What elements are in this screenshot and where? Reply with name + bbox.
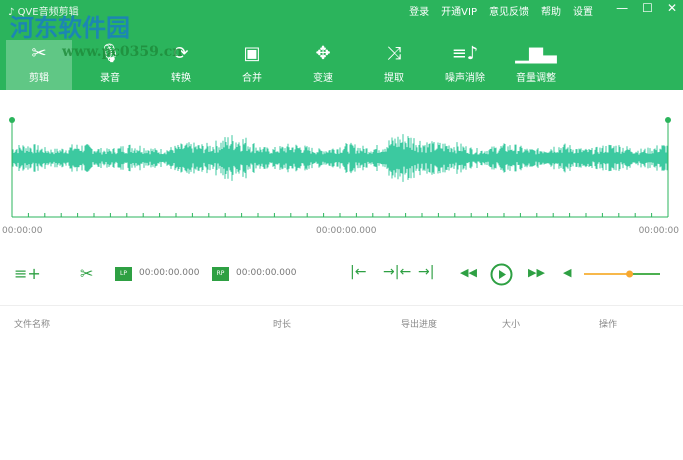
col-size: 大小	[502, 320, 521, 330]
speed-icon: ✥	[315, 43, 331, 64]
cut-icon[interactable]: ✂	[80, 264, 93, 283]
maximize-button[interactable]: ☐	[642, 1, 653, 15]
right-handle[interactable]	[665, 117, 671, 123]
col-progress: 导出进度	[401, 320, 438, 330]
tool-label: 转换	[171, 73, 191, 84]
menu-login[interactable]: 登录	[409, 3, 429, 18]
forward-icon[interactable]: ▶▶	[528, 266, 545, 279]
go-end-icon[interactable]: →|	[418, 264, 434, 280]
tool-label: 噪声消除	[445, 73, 485, 84]
col-filename: 文件名称	[14, 320, 51, 330]
left-point-time: 00:00:00.000	[139, 268, 200, 278]
tool-noise[interactable]: ≡♪ 噪声消除	[432, 40, 498, 90]
minimize-button[interactable]: —	[616, 1, 628, 15]
tool-label: 提取	[384, 73, 404, 84]
volume-slider[interactable]	[580, 266, 664, 282]
volume-icon[interactable]: ◀	[563, 266, 571, 279]
waveform-path	[11, 134, 668, 182]
tool-label: 录音	[100, 73, 120, 84]
menu-vip[interactable]: 开通VIP	[441, 3, 477, 18]
right-point-button[interactable]: RP	[212, 267, 229, 281]
waveform[interactable]	[0, 112, 683, 222]
volume-thumb	[626, 270, 634, 278]
menu-feedback[interactable]: 意见反馈	[489, 3, 529, 18]
add-file-icon[interactable]: ≡+	[14, 264, 41, 283]
tool-label: 音量调整	[516, 73, 556, 84]
tool-label: 剪辑	[29, 73, 49, 84]
time-mid: 00:00:00.000	[316, 226, 377, 236]
tool-shuffle[interactable]: ⤨ 提取	[361, 40, 427, 90]
left-handle[interactable]	[9, 117, 15, 123]
tool-label: 合并	[242, 73, 262, 84]
tool-label: 变速	[313, 73, 333, 84]
menu-help[interactable]: 帮助	[541, 3, 561, 18]
left-point-button[interactable]: LP	[115, 267, 132, 281]
tool-volume-bars[interactable]: ▁▆▃ 音量调整	[503, 40, 569, 90]
scissors-icon: ✂	[31, 43, 47, 64]
watermark-url: www.pc0359.cn	[62, 44, 183, 60]
header-bar: ♪ QVE音频剪辑 登录 开通VIP 意见反馈 帮助 设置 — ☐ ✕ ✂ 剪辑 🎙…	[0, 0, 683, 90]
watermark-logo: 河东软件园	[10, 13, 130, 42]
shuffle-icon: ⤨	[386, 43, 402, 64]
control-bar: ≡+ ✂ LP 00:00:00.000 RP 00:00:00.000 |← …	[0, 262, 683, 286]
volume-bars-icon: ▁▆▃	[515, 43, 557, 64]
tool-speed[interactable]: ✥ 变速	[290, 40, 356, 90]
merge-icon: ▣	[243, 43, 261, 64]
time-start: 00:00:00	[2, 226, 43, 236]
col-actions: 操作	[599, 320, 618, 330]
top-menu: 登录 开通VIP 意见反馈 帮助 设置	[409, 3, 593, 18]
play-icon[interactable]	[490, 263, 513, 286]
rewind-icon[interactable]: ◀◀	[460, 266, 477, 279]
time-end: 00:00:00	[638, 226, 679, 236]
divider	[0, 305, 683, 306]
close-button[interactable]: ✕	[667, 1, 677, 15]
tool-merge[interactable]: ▣ 合并	[219, 40, 285, 90]
go-start-icon[interactable]: |←	[350, 264, 366, 280]
center-icon[interactable]: →|←	[383, 264, 411, 280]
col-duration: 时长	[273, 320, 292, 330]
menu-settings[interactable]: 设置	[573, 3, 593, 18]
noise-icon: ≡♪	[451, 43, 479, 64]
right-point-time: 00:00:00.000	[236, 268, 297, 278]
